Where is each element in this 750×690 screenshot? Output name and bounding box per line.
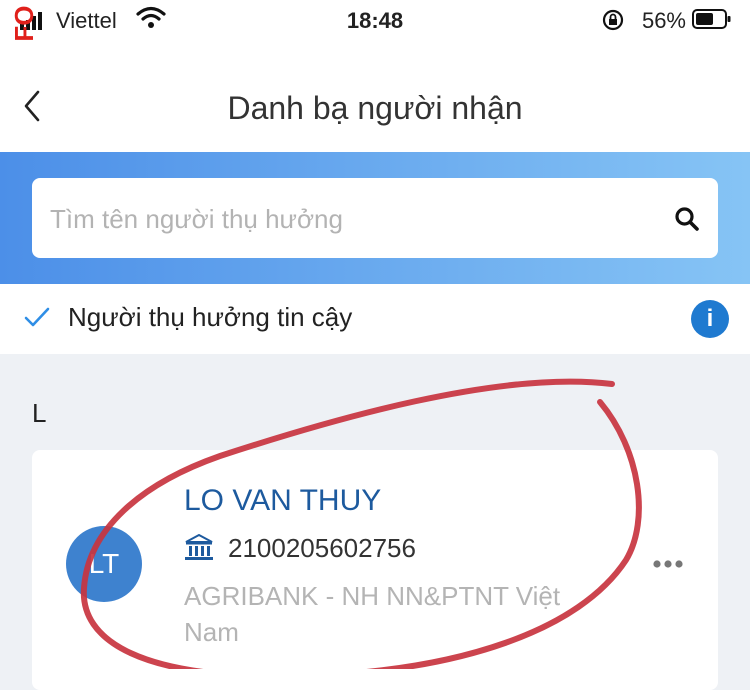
status-bar: Viettel 18:48 56% bbox=[0, 0, 750, 40]
rotation-lock-icon bbox=[602, 9, 624, 31]
section-header: L bbox=[32, 398, 47, 428]
info-icon[interactable]: i bbox=[691, 300, 729, 338]
navigation-bar: Danh bạ người nhận bbox=[0, 40, 750, 152]
bank-icon bbox=[185, 534, 213, 560]
avatar: LT bbox=[66, 526, 142, 602]
trusted-beneficiary-filter[interactable]: Người thụ hưởng tin cậy i bbox=[0, 284, 750, 354]
bank-name: AGRIBANK - NH NN&PTNT Việt Nam bbox=[184, 581, 561, 647]
clock: 18:48 bbox=[346, 8, 404, 33]
contact-card[interactable]: LT LO VAN THUY 2100205602756 AGRIBANK - … bbox=[32, 450, 718, 690]
search-band bbox=[0, 152, 750, 284]
trusted-beneficiary-label: Người thụ hưởng tin cậy bbox=[68, 302, 353, 332]
battery-icon bbox=[692, 9, 731, 29]
page-title: Danh bạ người nhận bbox=[227, 90, 523, 126]
battery-percent: 56% bbox=[641, 8, 686, 33]
search-input[interactable] bbox=[48, 178, 652, 260]
account-number: 2100205602756 bbox=[228, 533, 416, 563]
search-box[interactable] bbox=[32, 178, 718, 260]
contact-name: LO VAN THUY bbox=[184, 484, 382, 517]
checkmark-icon bbox=[24, 307, 50, 327]
search-icon[interactable] bbox=[674, 206, 700, 232]
more-options-icon[interactable] bbox=[652, 558, 684, 570]
